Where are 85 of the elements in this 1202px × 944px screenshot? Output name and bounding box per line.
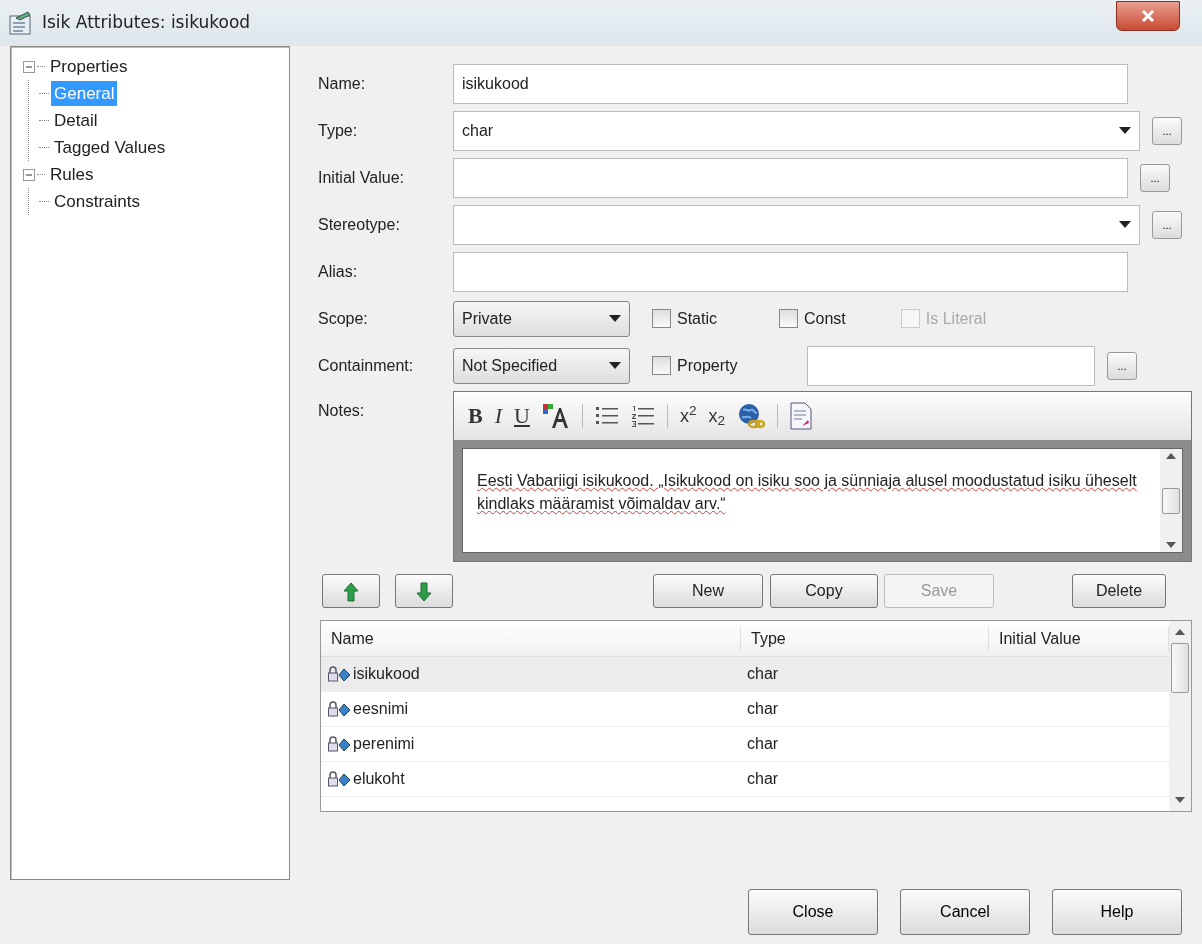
field-label: Stereotype: — [318, 214, 401, 235]
action-button[interactable]: Copy — [770, 574, 878, 608]
field-label: Initial Value: — [318, 167, 405, 188]
table-cell-text: isikukood — [353, 664, 420, 684]
input-field[interactable] — [807, 345, 1095, 386]
italic-button[interactable]: I — [494, 405, 502, 427]
table-cell-text: eesnimi — [353, 699, 409, 719]
field-label: Containment: — [318, 355, 415, 376]
up-arrow-icon — [343, 581, 359, 602]
dropdown-arrow-icon[interactable] — [1119, 221, 1131, 230]
scrollbar[interactable] — [1169, 621, 1191, 811]
dropdown-arrow-icon[interactable] — [1119, 127, 1131, 136]
scroll-thumb[interactable] — [1171, 643, 1189, 693]
ellipsis-button[interactable]: ... — [1152, 116, 1182, 145]
collapse-icon[interactable] — [23, 60, 35, 73]
dialog-button[interactable]: Cancel — [900, 889, 1030, 935]
checkbox[interactable] — [652, 309, 671, 328]
tree-item[interactable]: Tagged Values — [51, 134, 169, 161]
column-header[interactable]: Type — [741, 626, 989, 651]
checkbox[interactable] — [779, 309, 798, 328]
input-field[interactable]: isikukood — [453, 63, 1128, 104]
close-button[interactable] — [1116, 1, 1180, 31]
scroll-down-icon[interactable] — [1166, 542, 1176, 548]
dialog-button[interactable]: Help — [1052, 889, 1182, 935]
table-cell-text: elukoht — [353, 769, 405, 789]
checkbox-label: Static — [677, 308, 717, 329]
table-cell-text: char — [747, 664, 779, 684]
tree-item[interactable]: Detail — [51, 107, 101, 134]
scroll-up-icon[interactable] — [1175, 629, 1185, 635]
table-row[interactable]: perenimi char — [321, 727, 1169, 762]
dialog-button[interactable]: Close — [748, 889, 878, 935]
document-icon[interactable] — [789, 402, 812, 430]
scroll-down-icon[interactable] — [1175, 797, 1185, 803]
table-cell-text: char — [747, 699, 779, 719]
lock-diamond-icon — [327, 701, 351, 717]
numbered-list-icon[interactable] — [630, 404, 655, 428]
field-label: Type: — [318, 120, 359, 141]
column-header[interactable]: Name — [321, 626, 741, 651]
table-cell-text: char — [747, 769, 779, 789]
lock-diamond-icon — [327, 771, 351, 787]
table-cell-text: perenimi — [353, 734, 415, 754]
field-label: Name: — [318, 73, 367, 94]
scrollbar[interactable] — [1160, 449, 1182, 552]
field-label: Alias: — [318, 261, 359, 282]
table-row[interactable]: isikukood char — [321, 657, 1169, 692]
table-row[interactable]: elukoht char — [321, 762, 1169, 797]
close-icon — [1141, 9, 1155, 23]
scroll-thumb[interactable] — [1162, 487, 1180, 514]
input-field[interactable] — [453, 157, 1128, 198]
input-field[interactable] — [453, 251, 1128, 292]
globe-link-icon[interactable] — [736, 402, 765, 430]
table-cell-text: char — [747, 734, 779, 754]
tree-item[interactable]: Rules — [47, 161, 97, 188]
underline-button[interactable]: U — [514, 405, 530, 427]
scroll-up-icon[interactable] — [1166, 453, 1176, 459]
ellipsis-button[interactable]: ... — [1107, 351, 1137, 380]
window-title: Isik Attributes: isikukood — [42, 11, 251, 35]
script-button[interactable]: x$_{2}$ — [708, 407, 725, 425]
move-down-button[interactable] — [395, 574, 453, 608]
tree-item[interactable]: Constraints — [51, 188, 143, 215]
checkbox-label: Property — [677, 355, 738, 376]
ellipsis-button[interactable]: ... — [1152, 210, 1182, 239]
lock-diamond-icon — [327, 666, 351, 682]
checkbox[interactable] — [652, 356, 671, 375]
combo-box[interactable]: char — [453, 110, 1140, 151]
dropdown[interactable]: Not Specified — [453, 347, 630, 384]
action-button[interactable]: Delete — [1072, 574, 1166, 608]
checkbox-label: Const — [804, 308, 846, 329]
lock-diamond-icon — [327, 736, 351, 752]
tree-item[interactable]: Properties — [47, 53, 131, 80]
table-row[interactable]: eesnimi char — [321, 692, 1169, 727]
ellipsis-button[interactable]: ... — [1140, 163, 1170, 192]
checkbox-label: Is Literal — [925, 308, 987, 329]
action-button[interactable]: New — [653, 574, 763, 608]
dropdown-arrow-icon[interactable] — [609, 315, 621, 324]
move-up-button[interactable] — [322, 574, 380, 608]
field-label: Notes: — [318, 401, 366, 421]
field-label: Scope: — [318, 308, 369, 329]
collapse-icon[interactable] — [23, 168, 35, 181]
bold-button[interactable]: B — [468, 405, 483, 427]
dropdown[interactable]: Private — [453, 300, 630, 337]
dropdown-arrow-icon[interactable] — [609, 362, 621, 371]
font-color-icon[interactable] — [541, 403, 570, 429]
script-button[interactable]: x$^{2}$ — [679, 407, 697, 425]
down-arrow-icon — [416, 581, 432, 602]
